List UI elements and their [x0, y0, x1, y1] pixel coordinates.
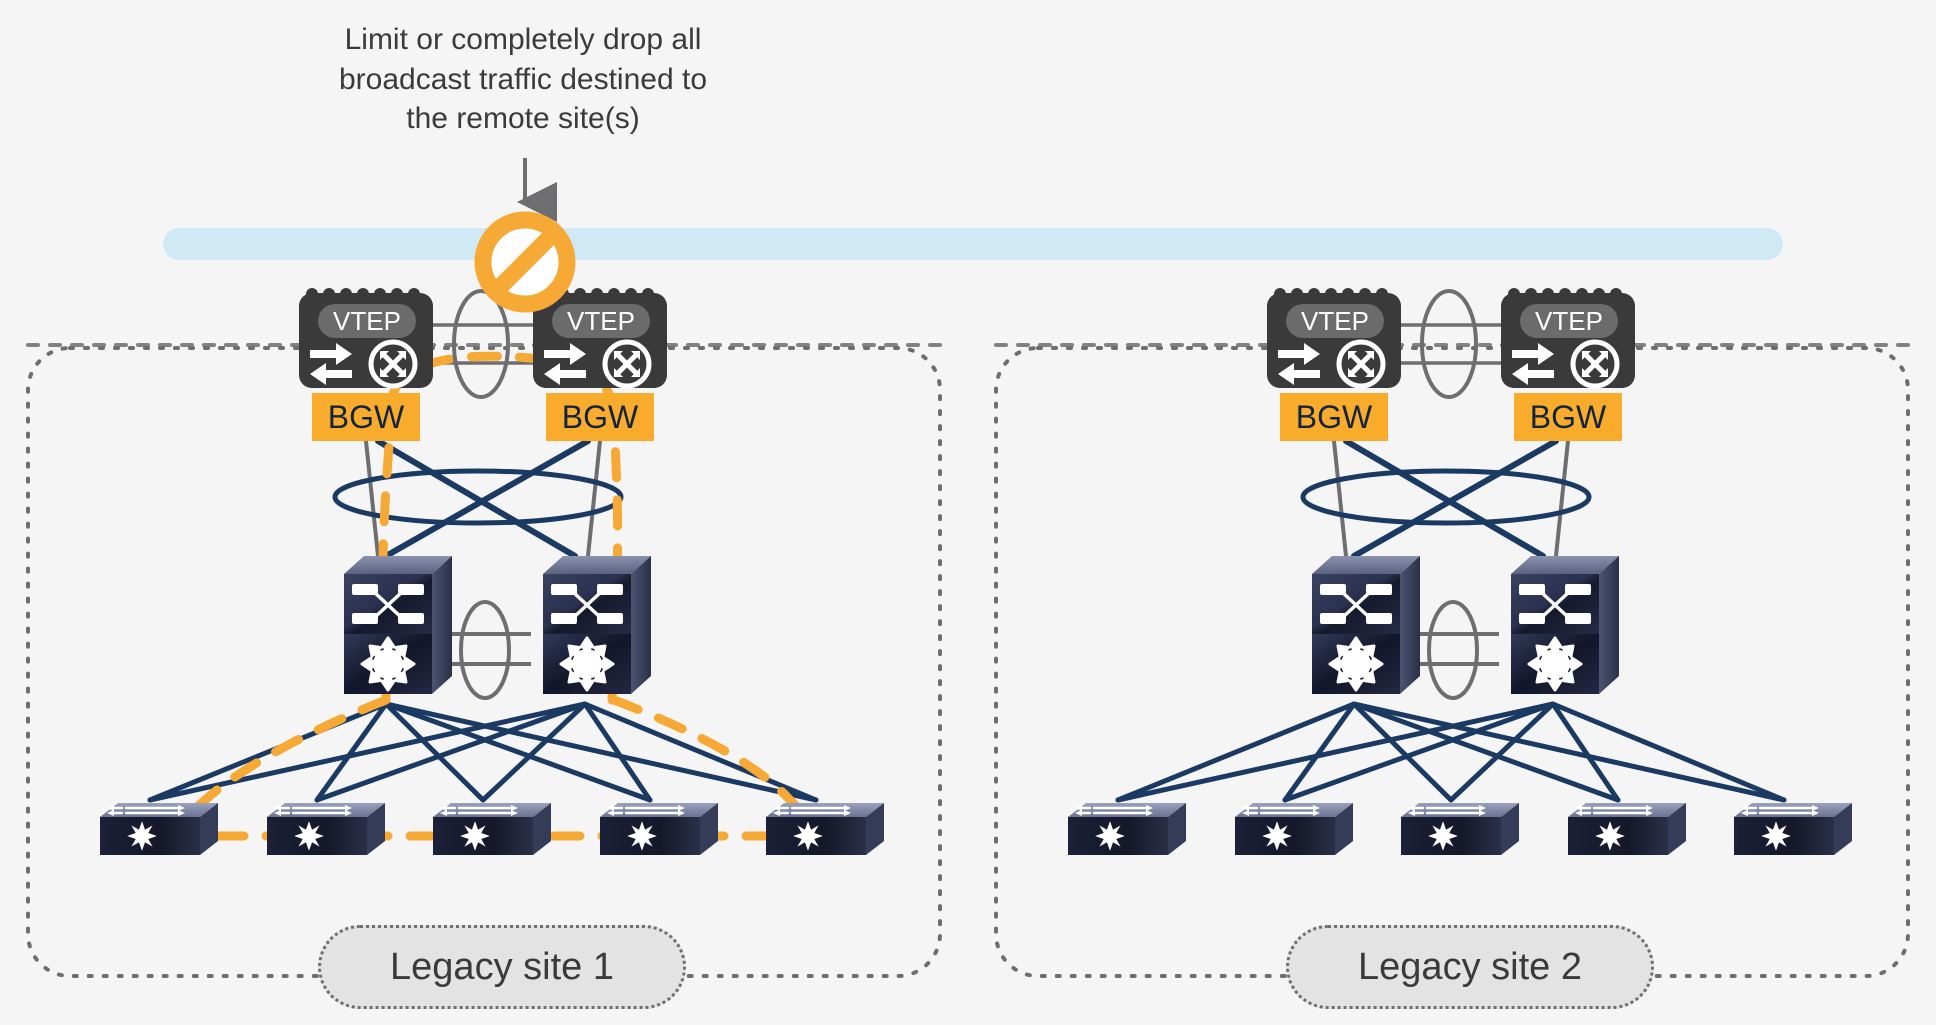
bgw-right-site2[interactable]: BGW — [1501, 288, 1635, 441]
leaf-3-site2[interactable] — [1399, 801, 1521, 857]
prohibition-sign — [474, 211, 576, 313]
spine-right-site1[interactable] — [541, 554, 653, 696]
spine-left-site2[interactable] — [1310, 554, 1422, 696]
site-boundaries — [26, 346, 1910, 978]
spine-vpc-ellipse-site2 — [1427, 600, 1479, 700]
leaf-3-site1[interactable] — [431, 801, 553, 857]
bgw-right-site2-label: BGW — [1530, 399, 1607, 435]
bgw-right-site1[interactable]: BGW — [533, 288, 667, 441]
bgw-right-site1-label: BGW — [562, 399, 639, 435]
bgw-left-site2[interactable]: BGW — [1267, 288, 1401, 441]
site-1-label-text: Legacy site 1 — [390, 945, 614, 988]
site-2-label: Legacy site 2 — [1286, 925, 1654, 1009]
spine-left-site1[interactable] — [342, 554, 454, 696]
leaf-4-site1[interactable] — [598, 801, 720, 857]
leaf-1-site1[interactable] — [98, 801, 220, 857]
spine-right-site2[interactable] — [1509, 554, 1621, 696]
broadcast-flood-path-site1 — [165, 351, 825, 841]
site-2-leaves — [1066, 801, 1854, 857]
leaf-5-site2[interactable] — [1732, 801, 1854, 857]
leaf-1-site2[interactable] — [1066, 801, 1188, 857]
leaf-2-site1[interactable] — [265, 801, 387, 857]
diagram-canvas: VTEP — [0, 0, 1936, 1025]
site-1-leaves — [98, 801, 886, 857]
dci-backbone-bar — [163, 228, 1783, 260]
site-2-spines — [1310, 554, 1621, 696]
site-1-spines — [342, 554, 653, 696]
leaf-5-site1[interactable] — [764, 801, 886, 857]
leaf-4-site2[interactable] — [1566, 801, 1688, 857]
bgw-left-site2-label: BGW — [1296, 399, 1373, 435]
bgw-left-site1-label: BGW — [328, 399, 405, 435]
site-1-label: Legacy site 1 — [318, 925, 686, 1009]
leaf-2-site2[interactable] — [1233, 801, 1355, 857]
spine-vpc-ellipse-site1 — [459, 600, 511, 700]
diagram-svg: VTEP — [26, 158, 1910, 978]
bgw-left-site1[interactable]: BGW — [299, 288, 433, 441]
annotation-text: Limit or completely drop all broadcast t… — [339, 23, 707, 136]
site-2-label-text: Legacy site 2 — [1358, 945, 1582, 988]
